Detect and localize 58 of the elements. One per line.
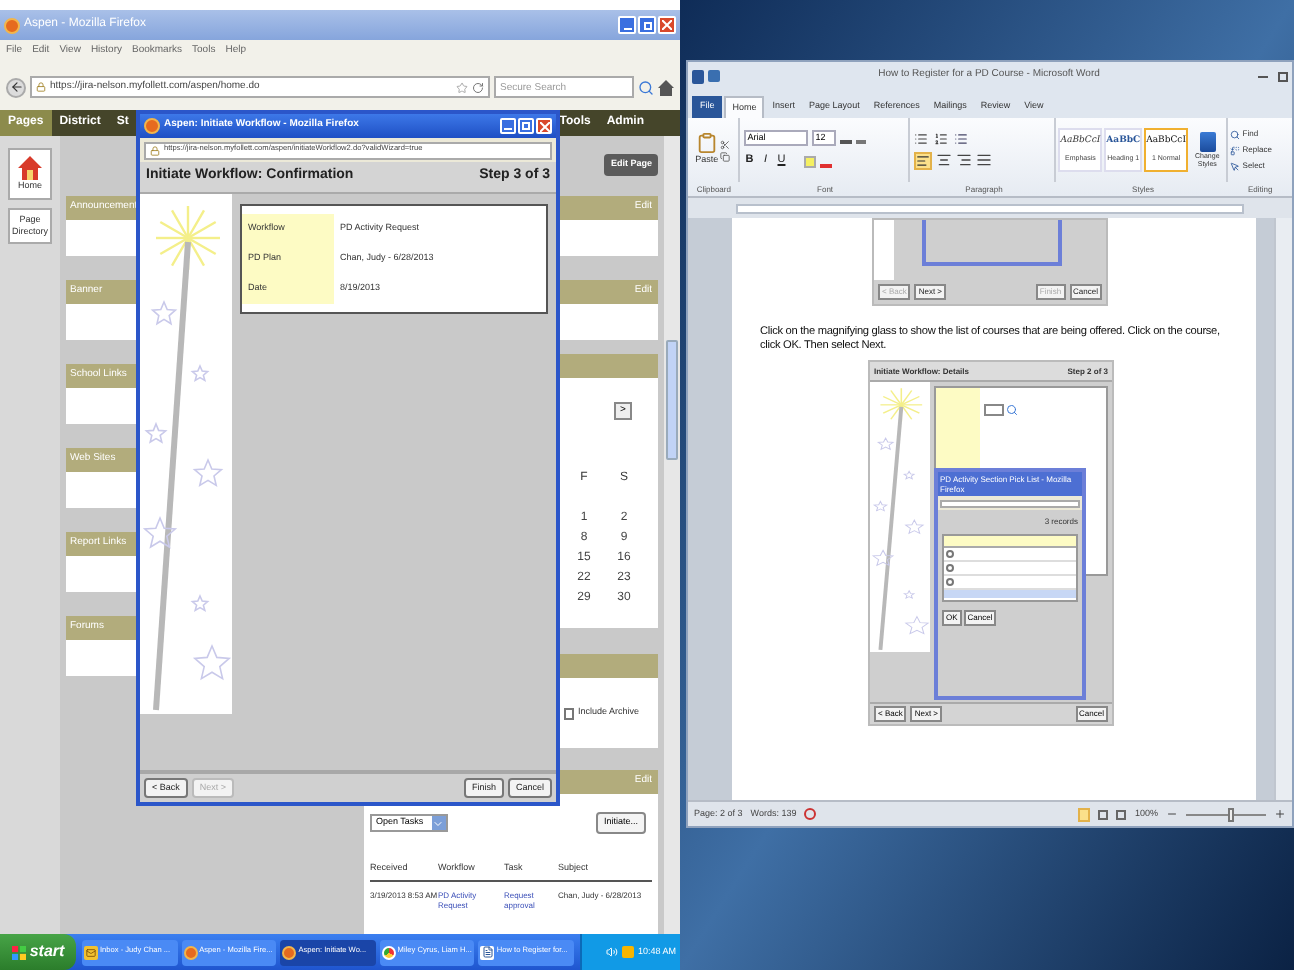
zoom-in-icon[interactable] (1274, 808, 1286, 820)
search-icon[interactable] (1006, 404, 1018, 416)
replace-icon (1230, 145, 1241, 155)
close-button[interactable] (658, 16, 676, 34)
globe-icon (4, 17, 20, 33)
lock-icon (36, 82, 46, 92)
house-icon (18, 155, 42, 180)
popup-window (922, 220, 1062, 266)
minimize-button[interactable] (618, 16, 636, 34)
maximize-button[interactable] (638, 16, 656, 34)
speaker-icon (605, 946, 618, 958)
globe-icon (183, 945, 198, 959)
globe-icon (144, 118, 160, 134)
radio-button[interactable] (946, 550, 954, 558)
zoom-out-icon[interactable] (1166, 808, 1178, 820)
align-center-icon[interactable] (935, 151, 952, 167)
back-button[interactable] (6, 77, 26, 97)
url-field (940, 499, 1080, 507)
widget-body (66, 556, 136, 592)
widget-body (66, 472, 136, 508)
checkbox[interactable] (564, 707, 574, 719)
widget-body (66, 304, 136, 340)
globe-icon (282, 945, 297, 959)
input-field[interactable] (984, 404, 1004, 416)
lock-icon (150, 145, 160, 155)
close-button[interactable] (536, 118, 552, 134)
justify-icon[interactable] (975, 151, 992, 167)
numbering-icon[interactable] (933, 131, 948, 145)
bookmark-star-icon[interactable] (456, 81, 468, 93)
slider-thumb[interactable] (1227, 807, 1233, 821)
minimize-icon[interactable] (1258, 75, 1268, 77)
flag-icon (11, 945, 26, 959)
proofing-icon (804, 808, 817, 820)
maximize-button[interactable] (518, 118, 534, 134)
back-arrow-icon (9, 80, 23, 94)
document-icon (480, 945, 495, 959)
pointer-icon (1230, 161, 1241, 171)
start-button[interactable]: start (0, 934, 76, 970)
home-icon[interactable] (658, 79, 674, 95)
widget-body (66, 388, 136, 424)
envelope-icon (84, 945, 98, 959)
widget-body (66, 640, 136, 676)
color-wheel-icon (381, 945, 396, 959)
radio-button[interactable] (946, 578, 954, 586)
search-icon[interactable] (638, 79, 654, 95)
maximize-icon[interactable] (1278, 71, 1288, 81)
clipboard-icon (695, 132, 718, 155)
minimize-button[interactable] (500, 118, 516, 134)
copy-icon[interactable] (720, 151, 731, 161)
widget-body (66, 220, 136, 256)
dropdown-arrow-icon (431, 816, 446, 830)
align-left-button[interactable] (913, 151, 932, 169)
search-icon (1230, 129, 1241, 139)
radio-button[interactable] (946, 564, 954, 572)
reload-icon[interactable] (472, 81, 484, 93)
multilevel-list-icon[interactable] (953, 131, 968, 145)
bullets-icon[interactable] (913, 131, 928, 145)
align-right-icon[interactable] (955, 151, 972, 167)
